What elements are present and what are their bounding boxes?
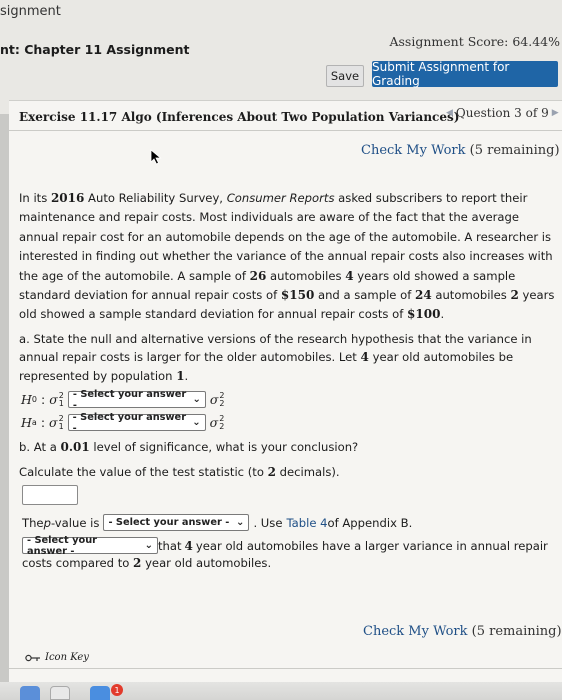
chevron-down-icon: ⌄ bbox=[192, 417, 201, 428]
dock-app-icon[interactable] bbox=[20, 686, 40, 700]
mouse-cursor-icon bbox=[150, 149, 162, 165]
conclusion-continuation: costs compared to 2 year old automobiles… bbox=[22, 556, 272, 570]
test-statistic-prompt: Calculate the value of the test statisti… bbox=[19, 465, 340, 479]
chevron-down-icon: ⌄ bbox=[192, 394, 201, 405]
part-b-prompt: b. At a 0.01 level of significance, what… bbox=[19, 440, 359, 454]
p-value-select[interactable]: - Select your answer - ⌄ bbox=[103, 514, 250, 531]
next-question-icon[interactable]: ▶ bbox=[552, 108, 559, 118]
left-scroll-bar bbox=[0, 114, 9, 700]
save-button[interactable]: Save bbox=[326, 65, 364, 87]
chevron-down-icon: ⌄ bbox=[236, 517, 245, 528]
test-statistic-input[interactable] bbox=[22, 485, 78, 505]
conclusion-row: - Select your answer - ⌄ that 4 year old … bbox=[22, 535, 548, 557]
problem-statement: In its 2016 Auto Reliability Survey, Con… bbox=[19, 191, 555, 322]
dock bbox=[0, 682, 562, 700]
question-nav-label: Question 3 of 9 bbox=[455, 106, 549, 120]
dock-app-store-icon[interactable] bbox=[90, 686, 110, 700]
notification-badge: 1 bbox=[111, 684, 123, 696]
alternative-hypothesis-select[interactable]: - Select your answer - ⌄ bbox=[67, 412, 206, 434]
icon-key[interactable]: Icon Key bbox=[25, 652, 89, 663]
chevron-down-icon: ⌄ bbox=[144, 540, 153, 551]
key-icon bbox=[25, 654, 40, 661]
divider bbox=[9, 668, 562, 669]
check-my-work-link[interactable]: Check My Work (5 remaining) bbox=[361, 143, 560, 158]
p-value-row: The p -value is - Select your answer - ⌄ .… bbox=[22, 514, 413, 531]
submit-assignment-button[interactable]: Submit Assignment for Grading bbox=[372, 60, 558, 88]
prev-question-icon[interactable]: ◀ bbox=[446, 108, 453, 118]
assignment-score: Assignment Score: 64.44% bbox=[389, 34, 560, 49]
null-hypothesis-row: H0 : σ21 - Select your answer - ⌄ σ22 bbox=[21, 388, 225, 411]
part-a-prompt: a. State the null and alternative versio… bbox=[19, 332, 532, 383]
table-4-link[interactable]: Table 4 bbox=[286, 516, 327, 530]
assignment-title: nt: Chapter 11 Assignment bbox=[0, 42, 190, 57]
null-hypothesis-select[interactable]: - Select your answer - ⌄ bbox=[67, 389, 206, 411]
alternative-hypothesis-row: Ha : σ21 - Select your answer - ⌄ σ22 bbox=[21, 411, 225, 434]
page-title: signment bbox=[0, 4, 61, 19]
question-navigator[interactable]: ◀ Question 3 of 9 ▶ bbox=[446, 106, 559, 120]
check-my-work-link-bottom[interactable]: Check My Work (5 remaining) bbox=[363, 624, 562, 639]
divider bbox=[9, 130, 562, 131]
dock-chrome-icon[interactable] bbox=[50, 686, 70, 700]
conclusion-select[interactable]: - Select your answer - ⌄ bbox=[22, 535, 158, 557]
exercise-title: Exercise 11.17 Algo (Inferences About Tw… bbox=[19, 110, 460, 124]
